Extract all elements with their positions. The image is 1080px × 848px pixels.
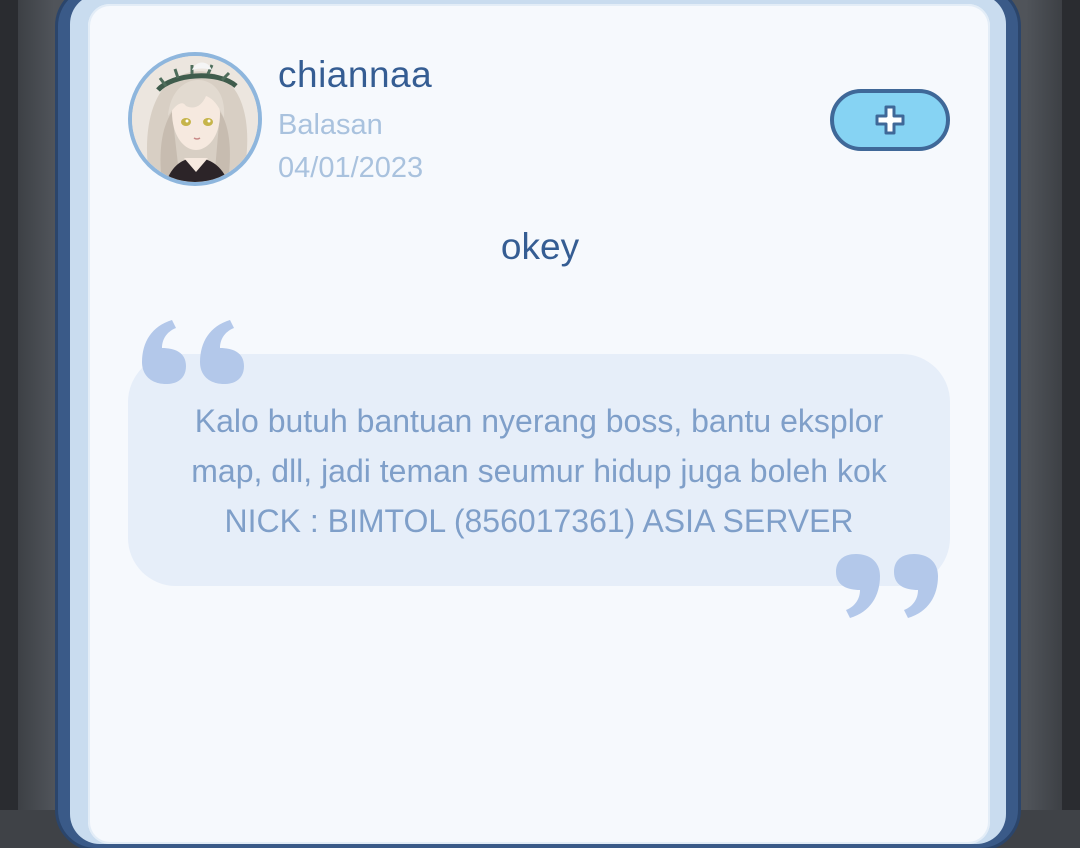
quote-line: Kalo butuh bantuan nyerang boss, bantu e… <box>194 403 884 439</box>
quote-text: Kalo butuh bantuan nyerang boss, bantu e… <box>128 396 950 546</box>
username[interactable]: chiannaa <box>278 54 432 96</box>
plus-icon <box>875 105 905 135</box>
quote-line: map, dll, jadi teman seumur hidup juga b… <box>191 453 887 489</box>
post-date: 04/01/2023 <box>278 152 424 184</box>
background-edge-left <box>0 0 18 810</box>
avatar[interactable] <box>128 52 262 186</box>
reply-label: Balasan <box>278 109 383 141</box>
quote-line: NICK : BIMTOL (856017361) ASIA SERVER <box>224 503 854 539</box>
background-edge-right <box>1062 0 1080 810</box>
avatar-image <box>132 56 258 182</box>
add-friend-button[interactable] <box>830 89 950 151</box>
message-title: okey <box>500 226 580 267</box>
open-quote-icon <box>142 320 244 384</box>
close-quote-icon <box>836 554 938 618</box>
